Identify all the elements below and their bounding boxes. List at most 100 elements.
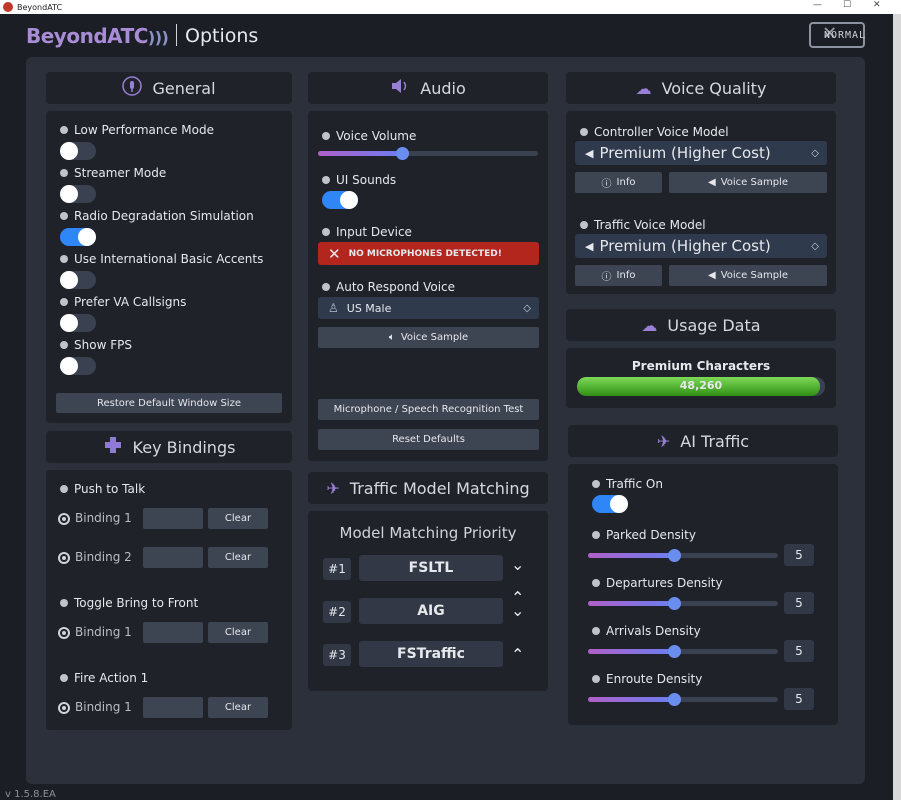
maximize-button[interactable]: ☐ — [843, 0, 851, 10]
binding-radio[interactable] — [58, 552, 70, 564]
parked-density-slider[interactable] — [588, 549, 778, 562]
streamer-mode-toggle[interactable] — [60, 185, 96, 203]
ai-traffic-box: Traffic On Parked Density 5 Departures D… — [568, 464, 838, 725]
voice-quality-header: ☁ Voice Quality — [566, 72, 836, 104]
binding-key-field[interactable] — [143, 508, 203, 529]
priority-title: Model Matching Priority — [339, 524, 517, 542]
ui-sounds-toggle[interactable] — [322, 191, 358, 209]
airplane-icon: ✈ — [656, 431, 671, 451]
binding-key-field[interactable] — [143, 697, 203, 718]
departures-density-slider[interactable] — [588, 597, 778, 610]
slider-fill — [588, 697, 674, 702]
low-performance-toggle[interactable] — [60, 142, 96, 160]
ui-sounds-label: UI Sounds — [322, 173, 396, 187]
mic-test-button[interactable]: Microphone / Speech Recognition Test — [318, 399, 539, 420]
binding-radio[interactable] — [58, 627, 70, 639]
traffic-voice-sample-button[interactable]: ◀︎ Voice Sample — [669, 265, 827, 286]
binding-key-field[interactable] — [143, 547, 203, 568]
show-fps-toggle[interactable] — [60, 357, 96, 375]
help-icon: ⓘ — [601, 272, 612, 283]
traffic-info-button[interactable]: ⓘ Info — [575, 265, 662, 286]
close-options-button[interactable]: ✕ NORMAL — [809, 20, 867, 48]
traffic-voice-select[interactable]: ◀︎ Premium (Higher Cost) ◇ — [575, 234, 827, 258]
controller-info-button[interactable]: ⓘ Info — [575, 172, 662, 193]
density-value[interactable]: 5 — [784, 688, 814, 710]
binding-radio[interactable] — [58, 702, 70, 714]
slider-fill — [588, 649, 674, 654]
slider-fill — [588, 553, 674, 558]
airplane-icon: ✈ — [326, 478, 340, 498]
ai-traffic-header: ✈ AI Traffic — [568, 425, 838, 457]
speaker-icon: ◀︎ — [708, 270, 716, 281]
binding-group-label: Fire Action 1 — [60, 671, 148, 685]
option-label: Streamer Mode — [60, 166, 166, 180]
slider-thumb[interactable] — [667, 549, 681, 562]
traffic-model-header: ✈ Traffic Model Matching — [308, 472, 548, 504]
voice-quality-box: Controller Voice Model ◀︎ Premium (Highe… — [566, 111, 836, 294]
window-edge — [893, 14, 901, 800]
controller-model-label: Controller Voice Model — [580, 125, 729, 139]
general-box: Low Performance Mode Streamer Mode Radio… — [46, 111, 292, 423]
density-label: Parked Density — [592, 528, 696, 542]
traffic-on-toggle[interactable] — [592, 495, 628, 513]
voice-volume-label: Voice Volume — [322, 129, 416, 143]
restore-window-size-button[interactable]: Restore Default Window Size — [56, 393, 282, 413]
chevron-updown-icon: ◇ — [523, 302, 531, 314]
ai-traffic-title: AI Traffic — [680, 431, 750, 451]
rank-badge: #1 — [323, 558, 351, 580]
window-close-button[interactable]: ✕ — [873, 0, 881, 10]
controller-voice-select[interactable]: ◀︎ Premium (Higher Cost) ◇ — [575, 141, 827, 165]
voice-volume-slider[interactable] — [318, 147, 538, 160]
slider-thumb[interactable] — [667, 693, 681, 706]
input-device-label: Input Device — [322, 225, 412, 239]
minimize-button[interactable]: — — [813, 0, 822, 10]
audio-title: Audio — [420, 78, 466, 98]
slider-thumb[interactable] — [667, 645, 681, 658]
slider-thumb[interactable] — [667, 597, 681, 610]
binding-radio[interactable] — [58, 513, 70, 525]
clear-button[interactable]: Clear — [208, 697, 268, 718]
normal-label: NORMAL — [823, 29, 867, 41]
key-bindings-title: Key Bindings — [132, 437, 236, 457]
auto-respond-select[interactable]: ♙ US Male ◇ — [318, 297, 539, 319]
binding-key-field[interactable] — [143, 622, 203, 643]
clear-button[interactable]: Clear — [208, 508, 268, 529]
traffic-model-title: Traffic Model Matching — [349, 478, 530, 498]
traffic-model-box: Model Matching Priority #1 FSLTL ⌄ #2 AI… — [308, 511, 548, 691]
help-icon: ⓘ — [601, 179, 612, 190]
radio-degradation-toggle[interactable] — [60, 228, 96, 246]
speaker-icon: 🔈︎ — [388, 332, 395, 343]
key-bindings-box: Push to Talk Binding 1 Clear Binding 2 C… — [46, 470, 292, 730]
window-titlebar: BeyondATC — ☐ ✕ — [0, 0, 901, 14]
audio-header: Audio — [308, 72, 548, 104]
binding-label: Binding 1 — [75, 700, 132, 714]
density-value[interactable]: 5 — [784, 592, 814, 614]
va-callsigns-toggle[interactable] — [60, 314, 96, 332]
move-down-button[interactable]: ⌄ — [511, 555, 524, 574]
microphone-icon — [122, 76, 143, 100]
premium-characters-label: Premium Characters — [631, 359, 771, 373]
density-value[interactable]: 5 — [784, 640, 814, 662]
options-panel: General Low Performance Mode Streamer Mo… — [26, 57, 865, 784]
auto-respond-label: Auto Respond Voice — [322, 280, 455, 294]
version-label: v 1.5.8.EA — [5, 789, 56, 800]
slider-fill — [318, 151, 402, 156]
option-label: Low Performance Mode — [60, 123, 214, 137]
voice-sample-button[interactable]: 🔈︎ Voice Sample — [318, 327, 539, 348]
density-label: Arrivals Density — [592, 624, 701, 638]
enroute-density-slider[interactable] — [588, 693, 778, 706]
reset-defaults-button[interactable]: Reset Defaults — [318, 429, 539, 450]
move-up-button[interactable]: ⌃ — [511, 645, 524, 664]
option-label: Show FPS — [60, 338, 132, 352]
header-divider — [176, 24, 177, 46]
clear-button[interactable]: Clear — [208, 547, 268, 568]
move-up-down-button[interactable]: ⌃ ⌄ — [511, 590, 524, 619]
controller-voice-sample-button[interactable]: ◀︎ Voice Sample — [669, 172, 827, 193]
density-value[interactable]: 5 — [784, 544, 814, 566]
slider-thumb[interactable] — [395, 147, 409, 160]
chevron-updown-icon: ◇ — [811, 240, 819, 252]
arrivals-density-slider[interactable] — [588, 645, 778, 658]
clear-button[interactable]: Clear — [208, 622, 268, 643]
international-accents-toggle[interactable] — [60, 271, 96, 289]
traffic-on-label: Traffic On — [592, 477, 663, 491]
